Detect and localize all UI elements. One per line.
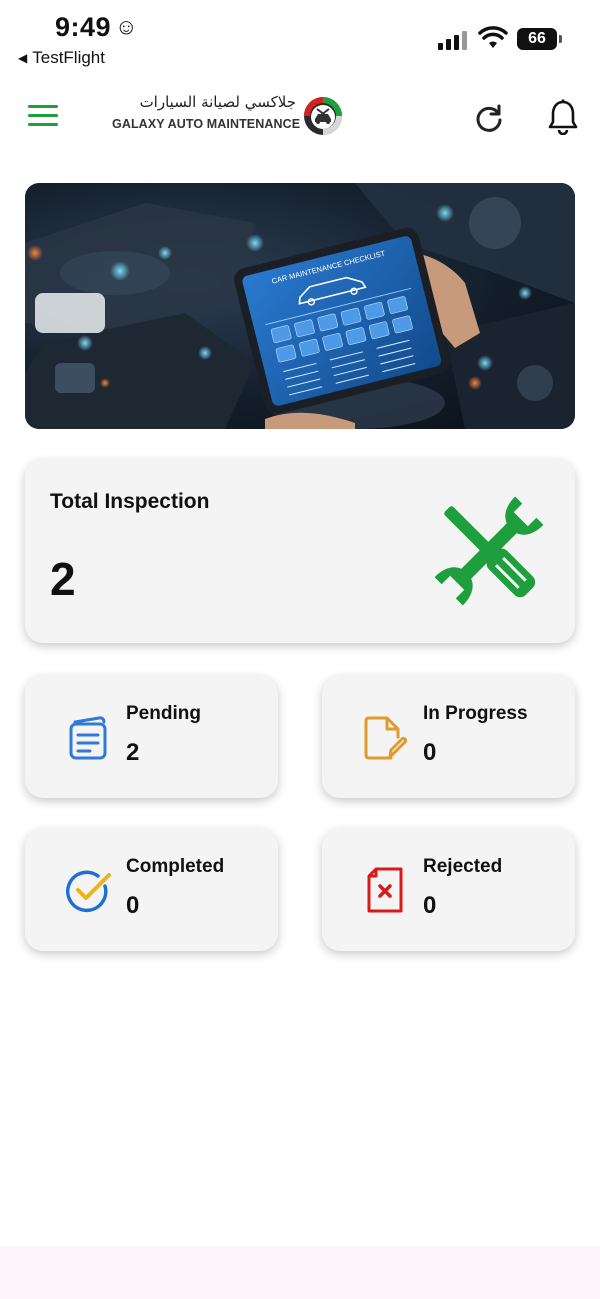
brand-logo-block: جلاكسي لصيانة السيارات GALAXY AUTO MAINT… <box>110 93 350 143</box>
pending-label: Pending <box>126 703 201 724</box>
status-time: 9:49 ☺ <box>55 12 138 43</box>
total-inspection-title: Total Inspection <box>50 490 210 513</box>
completed-card[interactable]: Completed 0 <box>25 829 278 951</box>
brand-arabic-name: جلاكسي لصيانة السيارات <box>139 93 296 111</box>
notification-bell-icon[interactable] <box>547 99 579 135</box>
car-engine-tablet-illustration: CAR MAINTENANCE CHECKLIST <box>25 183 575 429</box>
hamburger-line <box>28 105 58 108</box>
in-progress-label: In Progress <box>423 703 528 724</box>
wifi-icon <box>478 26 508 48</box>
status-bar: 9:49 ☺ ◀ TestFlight 66 <box>0 0 600 80</box>
refresh-icon[interactable] <box>474 103 504 133</box>
hamburger-line <box>28 114 58 117</box>
hamburger-line <box>28 123 58 126</box>
back-to-app-link[interactable]: ◀ TestFlight <box>18 48 105 68</box>
completed-label: Completed <box>126 856 225 877</box>
back-app-label: TestFlight <box>32 48 105 67</box>
rejected-document-icon <box>367 867 403 913</box>
menu-button[interactable] <box>28 105 58 127</box>
wrench-screwdriver-icon <box>434 496 544 606</box>
pending-documents-icon <box>69 716 107 760</box>
completed-count: 0 <box>126 892 140 919</box>
battery-indicator: 66 <box>517 28 562 50</box>
in-progress-card[interactable]: In Progress 0 <box>322 676 575 798</box>
bottom-safe-area <box>0 1246 600 1299</box>
cellular-signal-icon <box>438 31 467 50</box>
pending-count: 2 <box>126 739 140 766</box>
smiley-icon: ☺ <box>115 14 139 39</box>
back-triangle-icon: ◀ <box>18 51 28 65</box>
rejected-card[interactable]: Rejected 0 <box>322 829 575 951</box>
in-progress-count: 0 <box>423 739 437 766</box>
total-inspection-card[interactable]: Total Inspection 2 <box>25 460 575 643</box>
pending-card[interactable]: Pending 2 <box>25 676 278 798</box>
brand-english-name: GALAXY AUTO MAINTENANCE <box>112 117 301 131</box>
brand-emblem-icon <box>304 97 342 135</box>
total-inspection-count: 2 <box>50 553 76 605</box>
hero-banner: CAR MAINTENANCE CHECKLIST <box>25 183 575 429</box>
completed-check-icon <box>66 870 111 913</box>
time-text: 9:49 <box>55 12 112 42</box>
document-edit-icon <box>364 716 408 760</box>
app-header: جلاكسي لصيانة السيارات GALAXY AUTO MAINT… <box>0 85 600 150</box>
rejected-count: 0 <box>423 892 437 919</box>
rejected-label: Rejected <box>423 856 503 877</box>
